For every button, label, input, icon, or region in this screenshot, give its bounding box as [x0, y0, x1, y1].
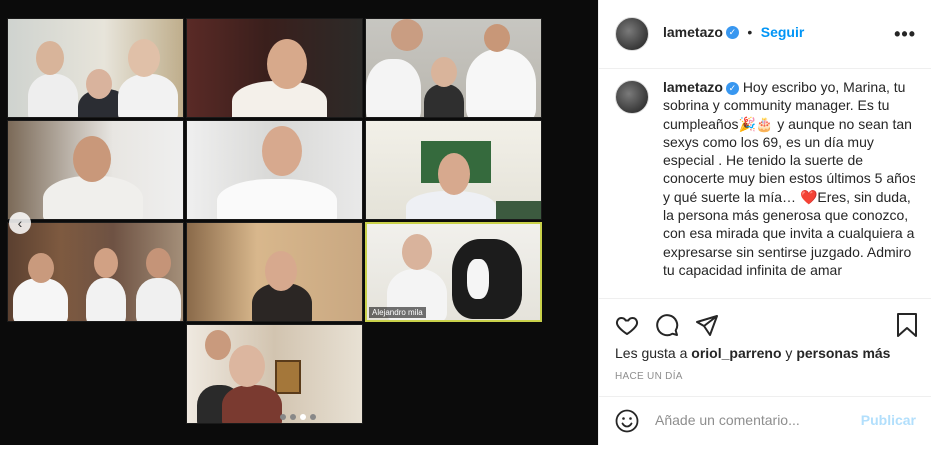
share-button[interactable]	[695, 313, 719, 342]
liker-username-link[interactable]: oriol_parreno	[691, 345, 781, 361]
post-header: lametazo ✓ • Seguir •••	[599, 0, 931, 69]
carousel-dot-active	[300, 414, 306, 420]
comment-icon	[656, 314, 679, 337]
publish-button[interactable]: Publicar	[861, 412, 916, 428]
comment-input[interactable]	[653, 411, 857, 429]
video-tile-active: Alejandro mila	[365, 222, 542, 322]
smiley-icon	[615, 409, 639, 433]
comment-button[interactable]	[655, 313, 679, 342]
carousel-dot	[280, 414, 286, 420]
post-actions: Les gusta a oriol_parreno y personas más…	[599, 298, 931, 449]
bookmark-icon	[897, 313, 917, 337]
video-tile	[186, 222, 363, 322]
caption-text-block: lametazo ✓ Hoy escribo yo, Marina, tu sob…	[663, 78, 915, 279]
video-tile	[365, 120, 542, 220]
comment-bar: Publicar	[599, 396, 931, 447]
video-tile	[186, 324, 363, 424]
caption: lametazo ✓ Hoy escribo yo, Marina, tu sob…	[615, 78, 915, 296]
caption-text: Hoy escribo yo, Marina, tu sobrina y com…	[663, 79, 915, 278]
caption-username-link[interactable]: lametazo	[663, 79, 723, 95]
like-button[interactable]	[615, 313, 639, 342]
likes-connector: y	[785, 345, 793, 361]
save-button[interactable]	[896, 313, 918, 342]
username-link[interactable]: lametazo	[663, 24, 723, 40]
carousel-prev-button[interactable]: ‹	[9, 212, 31, 234]
paper-plane-icon	[696, 315, 718, 336]
post-panel: lametazo ✓ • Seguir ••• lametazo ✓ Hoy esc…	[598, 0, 931, 445]
video-tile	[186, 18, 363, 118]
participant-name-label: Alejandro mila	[369, 307, 426, 318]
post-media: Alejandro mila ‹	[0, 0, 598, 445]
likes-summary: Les gusta a oriol_parreno y personas más	[615, 345, 890, 361]
verified-badge-icon: ✓	[725, 81, 739, 95]
video-tile	[7, 222, 184, 322]
carousel-indicator	[280, 414, 316, 420]
more-options-icon[interactable]: •••	[894, 24, 916, 45]
carousel-dot	[310, 414, 316, 420]
separator-dot: •	[747, 24, 753, 40]
likes-prefix: Les gusta a	[615, 345, 688, 361]
avatar[interactable]	[615, 80, 649, 114]
video-tile	[365, 18, 542, 118]
follow-button[interactable]: Seguir	[761, 24, 805, 40]
avatar[interactable]	[615, 17, 649, 51]
carousel-dot	[290, 414, 296, 420]
likes-others-link[interactable]: personas más	[796, 345, 890, 361]
video-tile	[186, 120, 363, 220]
emoji-button[interactable]	[615, 409, 639, 438]
heart-icon	[615, 317, 639, 335]
verified-badge-icon: ✓	[725, 26, 739, 40]
video-tile	[7, 18, 184, 118]
post-timestamp[interactable]: HACE UN DÍA	[615, 371, 683, 382]
video-tile	[7, 120, 184, 220]
chevron-left-icon: ‹	[17, 215, 23, 231]
